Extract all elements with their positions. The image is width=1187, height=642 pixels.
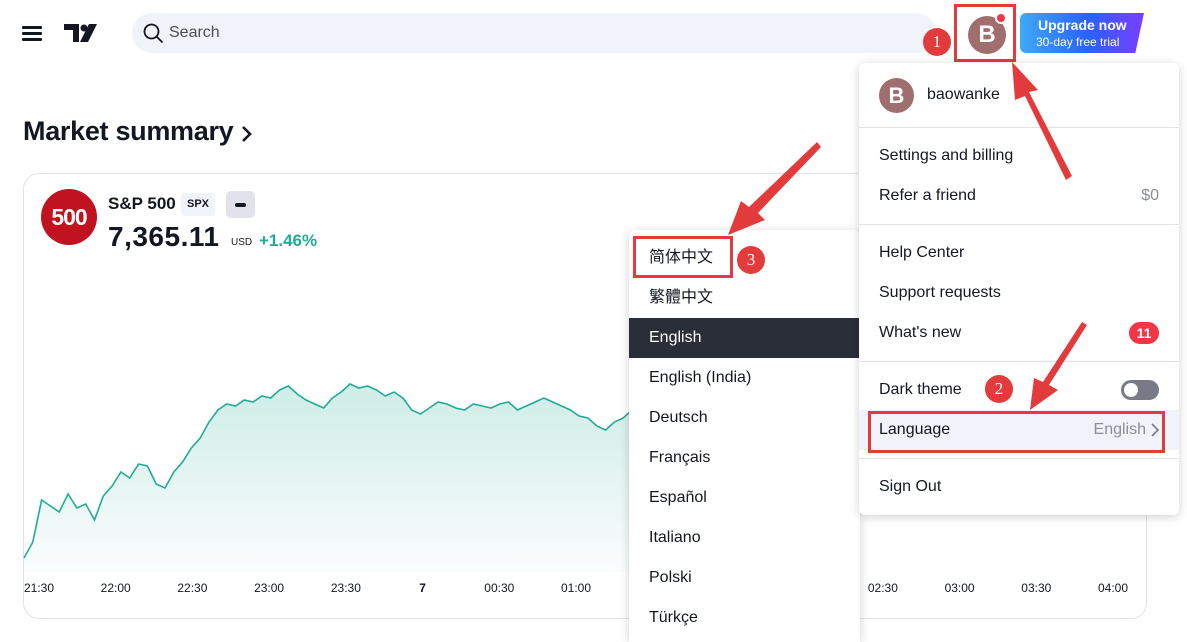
- step-marker-3: 3: [737, 246, 765, 274]
- user-menu: B baowanke Settings and billing Refer a …: [859, 63, 1179, 515]
- step-marker-2: 2: [985, 375, 1013, 403]
- x-tick-label: 02:30: [868, 581, 898, 595]
- menu-item-settings[interactable]: Settings and billing: [859, 136, 1179, 176]
- menu-item-support[interactable]: Support requests: [859, 273, 1179, 313]
- x-tick-label: 7: [419, 581, 426, 595]
- menu-item-whats-new[interactable]: What's new 11: [859, 313, 1179, 353]
- divider: [859, 458, 1179, 459]
- divider: [859, 224, 1179, 225]
- x-tick-label: 22:30: [177, 581, 207, 595]
- language-option[interactable]: Español: [629, 478, 860, 518]
- chart-area-fill: [24, 384, 632, 572]
- x-tick-label: 21:30: [24, 581, 54, 595]
- x-axis: 21:30 22:00 22:30 23:00 23:30 7 00:30 01:00 02:3…: [24, 581, 1128, 595]
- language-option[interactable]: English (India): [629, 358, 860, 398]
- language-option[interactable]: Français: [629, 438, 860, 478]
- x-tick-label: 23:30: [331, 581, 361, 595]
- x-tick-label: 01:00: [561, 581, 591, 595]
- language-option[interactable]: Polski: [629, 558, 860, 598]
- step-marker-1: 1: [923, 28, 951, 56]
- menu-item-help[interactable]: Help Center: [859, 233, 1179, 273]
- username[interactable]: baowanke: [927, 86, 1000, 104]
- menu-item-label: Dark theme: [879, 381, 962, 398]
- avatar: B: [879, 78, 914, 113]
- menu-item-label: Settings and billing: [879, 147, 1014, 164]
- menu-item-label: Refer a friend: [879, 187, 976, 204]
- language-submenu: 简体中文 繁體中文 English English (India) Deutsc…: [629, 230, 860, 642]
- menu-item-sign-out[interactable]: Sign Out: [859, 467, 1179, 507]
- x-tick-label: 22:00: [101, 581, 131, 595]
- menu-item-label: Support requests: [879, 284, 1001, 301]
- x-tick-label: 23:00: [254, 581, 284, 595]
- menu-item-dark-theme[interactable]: Dark theme: [859, 370, 1179, 410]
- menu-item-refer[interactable]: Refer a friend $0: [859, 176, 1179, 216]
- whats-new-badge: 11: [1129, 322, 1159, 344]
- language-option[interactable]: Italiano: [629, 518, 860, 558]
- menu-item-label: Sign Out: [879, 478, 942, 495]
- divider: [859, 361, 1179, 362]
- menu-item-label: What's new: [879, 324, 962, 341]
- x-tick-label: 03:00: [945, 581, 975, 595]
- highlight-box-step2: [868, 411, 1165, 453]
- refer-value: $0: [1141, 187, 1159, 204]
- x-tick-label: 03:30: [1021, 581, 1051, 595]
- menu-item-label: Help Center: [879, 244, 965, 261]
- language-option[interactable]: Deutsch: [629, 398, 860, 438]
- language-option[interactable]: 繁體中文: [629, 278, 860, 318]
- x-tick-label: 00:30: [484, 581, 514, 595]
- x-tick-label: 04:00: [1098, 581, 1128, 595]
- language-option[interactable]: English: [629, 318, 860, 358]
- divider: [859, 127, 1179, 128]
- highlight-box-step3: [633, 236, 733, 278]
- language-option[interactable]: Türkçe: [629, 598, 860, 638]
- dark-theme-toggle[interactable]: [1121, 380, 1159, 400]
